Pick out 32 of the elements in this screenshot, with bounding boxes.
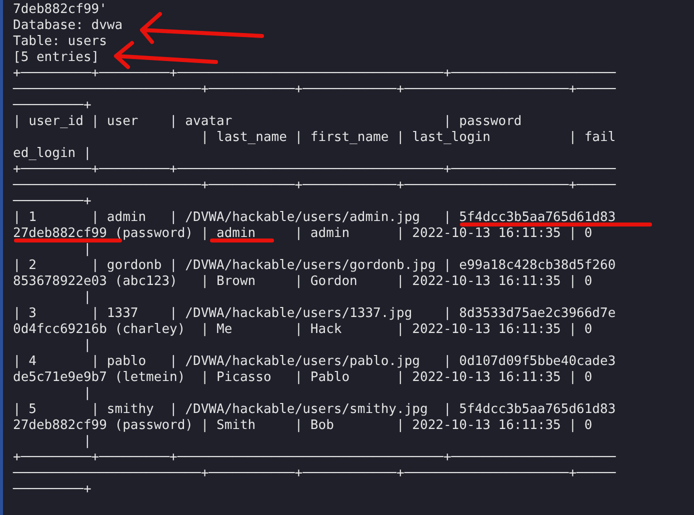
terminal-line: 27deb882cf99 (password) | Smith | Bob | 2022-10-13 16:11:35 | 0 <box>13 419 592 432</box>
terminal-line: ─────────+ <box>13 483 92 496</box>
terminal-line: | <box>82 339 92 352</box>
terminal-line: +─────────+─────────+──────────────────────────────────+───────────────────── <box>13 67 616 80</box>
terminal-line: | 1 | admin | /DVWA/hackable/users/admin.jpg | 5f4dcc3b5aa765d61d83 <box>13 211 616 224</box>
terminal-line: ─────────+ <box>13 99 92 112</box>
terminal-line: Table: users <box>13 35 107 48</box>
terminal-line: ed_login | <box>13 147 92 160</box>
terminal-line: +─────────+─────────+──────────────────────────────────+───────────────────── <box>13 163 616 176</box>
terminal-line: | <box>82 243 92 256</box>
terminal-line: ─────────+ <box>13 195 92 208</box>
terminal-line: 27deb882cf99 (password) | admin | admin | 2022-10-13 16:11:35 | 0 <box>13 227 592 240</box>
annotation-underline <box>210 238 274 242</box>
terminal-line: ────────────────────────+───────────+────────────+─────────────────────+───── <box>13 467 616 480</box>
terminal-line: | user_id | user | avatar | password <box>13 115 522 128</box>
terminal-line: | 5 | smithy | /DVWA/hackable/users/smithy.jpg | 5f4dcc3b5aa765d61d83 <box>13 403 616 416</box>
terminal-line: Database: dvwa <box>13 19 123 32</box>
terminal-line: 7deb882cf99' <box>13 3 107 16</box>
terminal-line: | <box>82 387 92 400</box>
terminal-line: ────────────────────────+───────────+────────────+─────────────────────+───── <box>13 83 616 96</box>
terminal-line: | <box>82 291 92 304</box>
terminal-line: | 2 | gordonb | /DVWA/hackable/users/gordonb.jpg | e99a18c428cb38d5f260 <box>13 259 616 272</box>
terminal-line: | <box>82 435 92 448</box>
terminal-line: [5 entries] <box>13 51 100 64</box>
terminal-line: +─────────+─────────+──────────────────────────────────+───────────────────── <box>13 451 616 464</box>
terminal-line: 0d4fcc69216b (charley) | Me | Hack | 2022-10-13 16:11:35 | 0 <box>13 323 592 336</box>
terminal-line: | 4 | pablo | /DVWA/hackable/users/pablo.jpg | 0d107d09f5bbe40cade3 <box>13 355 616 368</box>
terminal-line: ────────────────────────+───────────+────────────+─────────────────────+───── <box>13 179 616 192</box>
terminal-line: de5c71e9e9b7 (letmein) | Picasso | Pablo | 2022-10-13 16:11:35 | 0 <box>13 371 592 384</box>
terminal-line: | 3 | 1337 | /DVWA/hackable/users/1337.jpg | 8d3533d75ae2c3966d7e <box>13 307 616 320</box>
terminal-line: 853678922e03 (abc123) | Brown | Gordon | 2022-10-13 16:11:35 | 0 <box>13 275 592 288</box>
terminal-line: | last_name | first_name | last_login | fail <box>200 131 616 144</box>
